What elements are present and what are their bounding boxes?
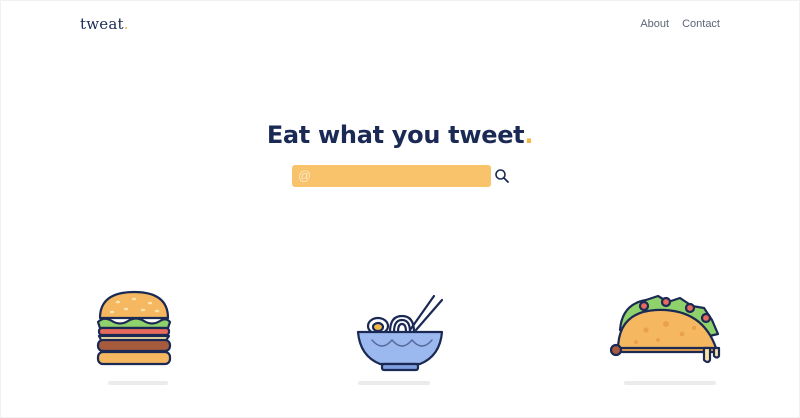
hero-title-text: Eat what you tweet [266, 121, 525, 149]
hero-title: Eat what you tweet. [0, 121, 800, 149]
ramen-shadow [358, 381, 430, 385]
search-icon[interactable] [494, 168, 510, 184]
search-input[interactable] [314, 167, 488, 187]
nav-contact-link[interactable]: Contact [682, 18, 720, 30]
brand-name: tweat [80, 15, 124, 33]
nav-about-link[interactable]: About [640, 18, 669, 30]
taco-shadow [624, 381, 716, 385]
taco-illustration [609, 294, 721, 364]
search-bar[interactable]: @ [292, 165, 491, 187]
burger-illustration [96, 290, 172, 366]
hero-title-dot: . [524, 121, 534, 149]
brand-logo[interactable]: tweat. [80, 15, 129, 33]
ramen-bowl-illustration [356, 294, 444, 372]
burger-shadow [108, 381, 168, 385]
at-sign-icon: @ [298, 168, 312, 183]
top-nav: About Contact [640, 18, 720, 30]
brand-dot: . [123, 15, 129, 33]
